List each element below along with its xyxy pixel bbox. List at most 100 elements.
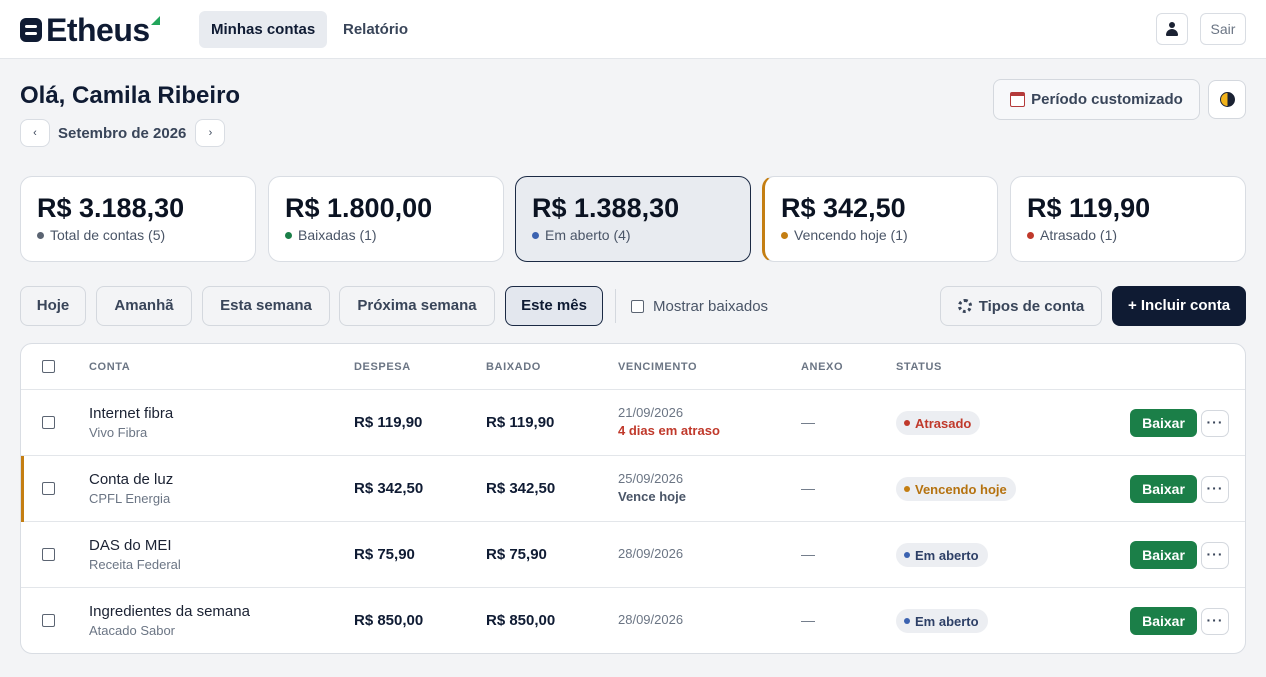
attachment-value: — [801,612,815,628]
more-options-button[interactable]: ··· [1201,410,1229,437]
account-name: Internet fibra [89,405,174,422]
paid-amount: R$ 119,90 [486,414,555,431]
column-header-baixado[interactable]: BAIXADO [486,361,541,373]
month-label: Setembro de 2026 [58,124,187,142]
more-options-button[interactable]: ··· [1201,476,1229,503]
status-badge: Em aberto [896,543,988,567]
due-date: 28/09/2026 [618,546,684,561]
pay-button[interactable]: Baixar [1130,607,1197,635]
summary-label: Vencendo hoje (1) [794,227,908,243]
column-header-despesa[interactable]: DESPESA [354,361,411,373]
status-label: Em aberto [915,613,979,629]
table-row[interactable]: Ingredientes da semana Atacado Sabor R$ … [21,588,1245,653]
summary-card-total[interactable]: R$ 3.188,30 Total de contas (5) [20,176,256,262]
column-header-status[interactable]: STATUS [896,361,942,373]
summary-label: Total de contas (5) [50,227,166,243]
table-row[interactable]: Internet fibra Vivo Fibra R$ 119,90 R$ 1… [21,390,1245,456]
user-button[interactable] [1156,13,1188,45]
summary-amount: R$ 1.800,00 [285,193,433,223]
more-options-button[interactable]: ··· [1201,542,1229,569]
row-checkbox[interactable] [42,548,55,561]
status-dot [37,231,44,239]
table-header: CONTA DESPESA BAIXADO VENCIMENTO ANEXO S… [21,344,1245,390]
pay-button[interactable]: Baixar [1130,409,1197,437]
row-checkbox[interactable] [42,482,55,495]
etheus-logo[interactable]: Etheus [20,14,160,46]
account-provider: Vivo Fibra [89,425,148,440]
expense-amount: R$ 342,50 [354,480,424,497]
due-note: 4 dias em atraso [618,423,720,438]
summary-label: Baixadas (1) [298,227,377,243]
top-bar: Etheus Minhas contas Relatório Sair [0,0,1266,59]
theme-toggle-icon [1219,92,1235,107]
column-header-conta[interactable]: CONTA [89,361,130,373]
show-paid-toggle[interactable]: Mostrar baixados [631,296,768,316]
status-badge: Em aberto [896,609,988,633]
expense-amount: R$ 75,90 [354,546,415,563]
greeting-title: Olá, Camila Ribeiro [20,82,241,109]
summary-amount: R$ 1.388,30 [532,193,680,223]
filter-amanha[interactable]: Amanhã [96,286,192,326]
table-row[interactable]: DAS do MEI Receita Federal R$ 75,90 R$ 7… [21,522,1245,588]
filter-divider [615,289,616,323]
row-checkbox[interactable] [42,614,55,627]
account-types-button[interactable]: Tipos de conta [940,286,1102,326]
tab-minhas-contas[interactable]: Minhas contas [199,11,328,48]
paid-amount: R$ 850,00 [486,612,556,629]
summary-card-paid[interactable]: R$ 1.800,00 Baixadas (1) [268,176,504,262]
status-dot [904,420,910,426]
filter-hoje[interactable]: Hoje [20,286,86,326]
select-all-checkbox[interactable] [42,360,55,373]
summary-card-overdue[interactable]: R$ 119,90 Atrasado (1) [1010,176,1246,262]
prev-month-button[interactable]: ‹ [20,119,50,147]
status-badge: Vencendo hoje [896,477,1016,501]
account-provider: CPFL Energia [89,491,171,506]
column-header-anexo: ANEXO [801,361,844,373]
gear-icon [957,299,972,313]
attachment-value: — [801,414,815,430]
tab-relatorio[interactable]: Relatório [331,11,420,48]
account-types-label: Tipos de conta [978,297,1085,315]
show-paid-checkbox[interactable] [631,299,644,313]
due-date: 25/09/2026 [618,471,684,486]
status-dot [904,552,910,558]
summary-label: Atrasado (1) [1040,227,1118,243]
account-name: Conta de luz [89,471,174,488]
status-dot [904,486,910,492]
pay-button[interactable]: Baixar [1130,475,1197,503]
status-dot [285,231,292,239]
more-options-button[interactable]: ··· [1201,608,1229,635]
status-label: Em aberto [915,547,979,563]
theme-toggle-button[interactable] [1208,80,1246,119]
logo-mark-icon [20,18,42,42]
due-date: 21/09/2026 [618,405,684,420]
status-dot [532,231,539,239]
column-header-vencimento[interactable]: VENCIMENTO [618,361,697,373]
account-name: Ingredientes da semana [89,603,250,620]
status-label: Atrasado [915,415,972,431]
month-navigator: ‹ Setembro de 2026 › [20,119,226,147]
account-provider: Receita Federal [89,557,181,572]
add-account-button[interactable]: + Incluir conta [1112,286,1246,326]
row-checkbox[interactable] [42,416,55,429]
filter-este-mes[interactable]: Este mês [505,286,603,326]
calendar-icon [1010,92,1026,107]
paid-amount: R$ 342,50 [486,480,556,497]
due-date: 28/09/2026 [618,612,684,627]
expense-amount: R$ 119,90 [354,414,423,431]
user-icon [1165,22,1179,36]
logo-text: Etheus [46,12,150,48]
next-month-button[interactable]: › [195,119,226,147]
summary-card-due-today[interactable]: R$ 342,50 Vencendo hoje (1) [762,176,998,262]
logo-accent-icon [150,15,160,25]
custom-period-button[interactable]: Período customizado [993,79,1200,120]
logout-button[interactable]: Sair [1200,13,1246,45]
summary-amount: R$ 3.188,30 [37,193,185,223]
filter-esta-semana[interactable]: Esta semana [202,286,330,326]
table-row[interactable]: Conta de luz CPFL Energia R$ 342,50 R$ 3… [21,456,1245,522]
pay-button[interactable]: Baixar [1130,541,1197,569]
attachment-value: — [801,546,815,562]
summary-card-open[interactable]: R$ 1.388,30 Em aberto (4) [515,176,751,262]
filter-proxima-semana[interactable]: Próxima semana [339,286,495,326]
due-note: Vence hoje [618,489,686,504]
